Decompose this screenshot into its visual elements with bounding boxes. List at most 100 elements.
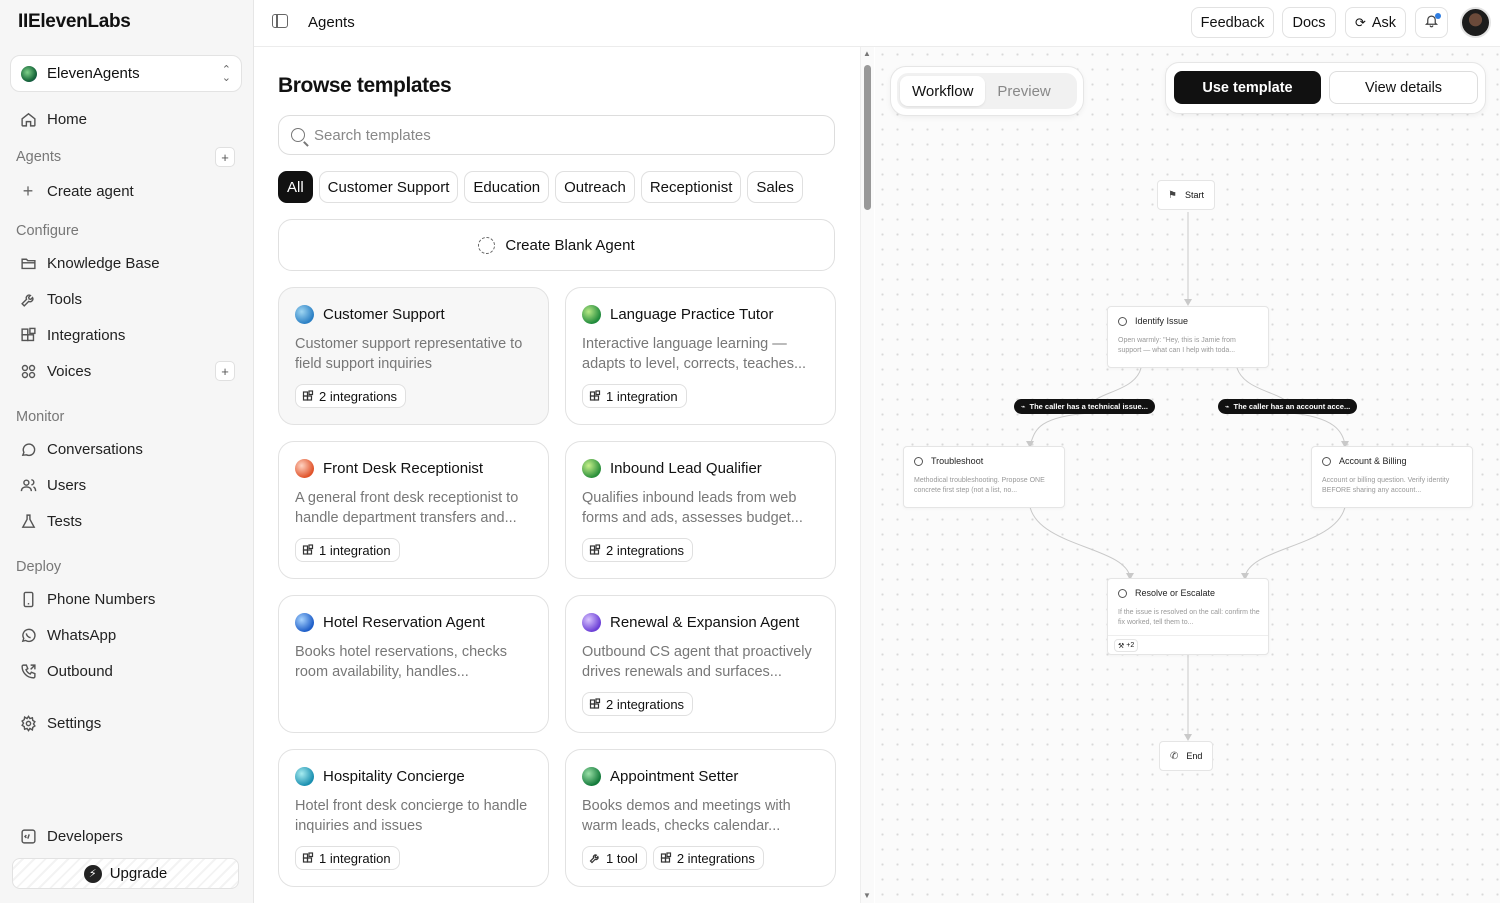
integrations-icon: [302, 544, 314, 556]
voices-icon: [18, 361, 38, 381]
edge-label-technical[interactable]: ⌁ The caller has a technical issue...: [1014, 399, 1155, 414]
docs-button[interactable]: Docs: [1282, 7, 1336, 38]
integrations-icon: [589, 544, 601, 556]
browse-heading: Browse templates: [278, 74, 452, 97]
template-tag: 2 integrations: [652, 846, 764, 870]
users-icon: [18, 475, 38, 495]
agent-icon: [1118, 588, 1127, 598]
sidebar-toggle-icon[interactable]: [272, 14, 288, 28]
create-blank-agent-button[interactable]: Create Blank Agent: [278, 219, 835, 271]
sidebar-item-users[interactable]: Users: [0, 470, 254, 500]
template-card[interactable]: Hotel Reservation Agent Books hotel reser…: [278, 595, 549, 733]
template-tags: 1 tool 2 integrations: [582, 846, 764, 870]
wrench-icon: [18, 289, 38, 309]
template-actions: Use template View details: [1165, 62, 1486, 114]
search-placeholder: Search templates: [314, 126, 431, 144]
scroll-down-icon[interactable]: ▼: [863, 891, 871, 900]
template-card[interactable]: Renewal & Expansion Agent Outbound CS age…: [565, 595, 836, 733]
template-card-header: Renewal & Expansion Agent: [582, 613, 799, 632]
sidebar-item-phone-numbers[interactable]: Phone Numbers: [0, 584, 254, 614]
flag-icon: ⚑: [1168, 189, 1177, 201]
workspace-name: ElevenAgents: [47, 65, 140, 82]
sidebar-item-tools[interactable]: Tools: [0, 284, 254, 314]
template-title: Appointment Setter: [610, 768, 739, 785]
sidebar-item-whatsapp[interactable]: WhatsApp: [0, 620, 254, 650]
bolt-icon: ⚡: [83, 864, 102, 883]
node-description: Methodical troubleshooting. Propose ONE …: [914, 477, 1045, 494]
identify-issue-node[interactable]: Identify Issue Open warmly: "Hey, this i…: [1107, 306, 1269, 368]
tab-workflow[interactable]: Workflow: [900, 76, 986, 106]
template-card[interactable]: Hospitality Concierge Hotel front desk co…: [278, 749, 549, 887]
sidebar-item-label: Home: [47, 110, 88, 128]
sidebar-item-developers[interactable]: Developers: [0, 821, 254, 851]
template-title: Renewal & Expansion Agent: [610, 614, 800, 631]
filter-chip-customer-support[interactable]: Customer Support: [318, 171, 459, 203]
sidebar-item-settings[interactable]: Settings: [0, 708, 254, 738]
view-details-button[interactable]: View details: [1329, 71, 1478, 104]
upgrade-button[interactable]: ⚡ Upgrade: [12, 858, 239, 889]
avatar[interactable]: [1460, 7, 1491, 38]
start-label: Start: [1184, 190, 1204, 200]
scroll-up-icon[interactable]: ▲: [863, 49, 871, 58]
node-title: Troubleshoot: [931, 456, 984, 466]
template-card[interactable]: Inbound Lead Qualifier Qualifies inbound …: [565, 441, 836, 579]
sidebar-item-label: Tools: [47, 290, 83, 308]
filter-chip-outreach[interactable]: Outreach: [555, 171, 635, 203]
template-tag: 2 integrations: [295, 384, 407, 408]
sidebar-item-knowledge-base[interactable]: Knowledge Base: [0, 248, 254, 278]
filter-chip-education[interactable]: Education: [464, 171, 550, 203]
agent-icon: [1322, 456, 1331, 466]
use-template-button[interactable]: Use template: [1174, 71, 1321, 104]
node-description: If the issue is resolved on the call: co…: [1118, 609, 1260, 626]
template-tag-label: 1 integration: [319, 542, 391, 558]
sidebar-item-outbound[interactable]: Outbound: [0, 656, 254, 686]
template-card-header: Customer Support: [295, 305, 445, 324]
add-agent-button[interactable]: +: [215, 147, 235, 167]
template-card[interactable]: Customer Support Customer support represe…: [278, 287, 549, 425]
notifications-button[interactable]: [1415, 7, 1448, 38]
sidebar-item-label: Phone Numbers: [47, 590, 156, 608]
template-card[interactable]: Language Practice Tutor Interactive langu…: [565, 287, 836, 425]
sidebar-item-home[interactable]: Home: [0, 104, 254, 134]
start-node[interactable]: ⚑ Start: [1157, 180, 1215, 210]
sidebar-item-label: Create agent: [47, 182, 134, 200]
agent-orb-icon: [582, 767, 601, 786]
node-title: Identify Issue: [1135, 316, 1189, 326]
account-billing-node[interactable]: Account & Billing Account or billing que…: [1311, 446, 1473, 508]
template-card[interactable]: Appointment Setter Books demos and meetin…: [565, 749, 836, 887]
template-card[interactable]: Front Desk Receptionist A general front d…: [278, 441, 549, 579]
feedback-button[interactable]: Feedback: [1191, 7, 1274, 38]
workspace-selector[interactable]: ElevenAgents ⌃ ⌄: [10, 55, 242, 92]
filter-chip-all[interactable]: All: [278, 171, 313, 203]
template-tag: 1 tool: [582, 846, 647, 870]
template-tags: 1 integration: [295, 538, 400, 562]
sidebar-item-integrations[interactable]: Integrations: [0, 320, 254, 350]
whatsapp-icon: [18, 625, 38, 645]
edge-label-account[interactable]: ⌁ The caller has an account acce...: [1218, 399, 1358, 414]
search-icon: [291, 128, 305, 142]
sidebar-item-create-agent[interactable]: + Create agent: [0, 176, 254, 206]
app-logo[interactable]: IIElevenLabs: [18, 11, 131, 33]
plus-icon: +: [22, 180, 34, 201]
search-input[interactable]: Search templates: [278, 115, 835, 155]
filter-chip-receptionist[interactable]: Receptionist: [640, 171, 742, 203]
resolve-escalate-node[interactable]: Resolve or Escalate If the issue is reso…: [1107, 578, 1269, 655]
template-title: Hotel Reservation Agent: [323, 614, 485, 631]
sidebar-item-conversations[interactable]: Conversations: [0, 434, 254, 464]
scrollbar-thumb[interactable]: [864, 65, 871, 210]
template-card-header: Language Practice Tutor: [582, 305, 773, 324]
ask-button[interactable]: ⟳ Ask: [1345, 7, 1406, 38]
template-tag: 2 integrations: [582, 538, 694, 562]
workflow-canvas[interactable]: Workflow Preview Use template View detai…: [875, 47, 1500, 903]
end-node[interactable]: ✆ End: [1159, 741, 1214, 771]
tab-preview[interactable]: Preview: [985, 76, 1062, 106]
sidebar-item-tests[interactable]: Tests: [0, 506, 254, 536]
agent-icon: [1118, 316, 1127, 326]
sidebar-item-label: Users: [47, 476, 87, 494]
template-description: Books demos and meetings with warm leads…: [582, 798, 791, 834]
add-voice-button[interactable]: +: [215, 361, 235, 381]
integrations-icon: [589, 698, 601, 710]
scrollbar[interactable]: ▲ ▼: [860, 47, 874, 903]
filter-chip-sales[interactable]: Sales: [747, 171, 803, 203]
troubleshoot-node[interactable]: Troubleshoot Methodical troubleshooting.…: [903, 446, 1065, 508]
